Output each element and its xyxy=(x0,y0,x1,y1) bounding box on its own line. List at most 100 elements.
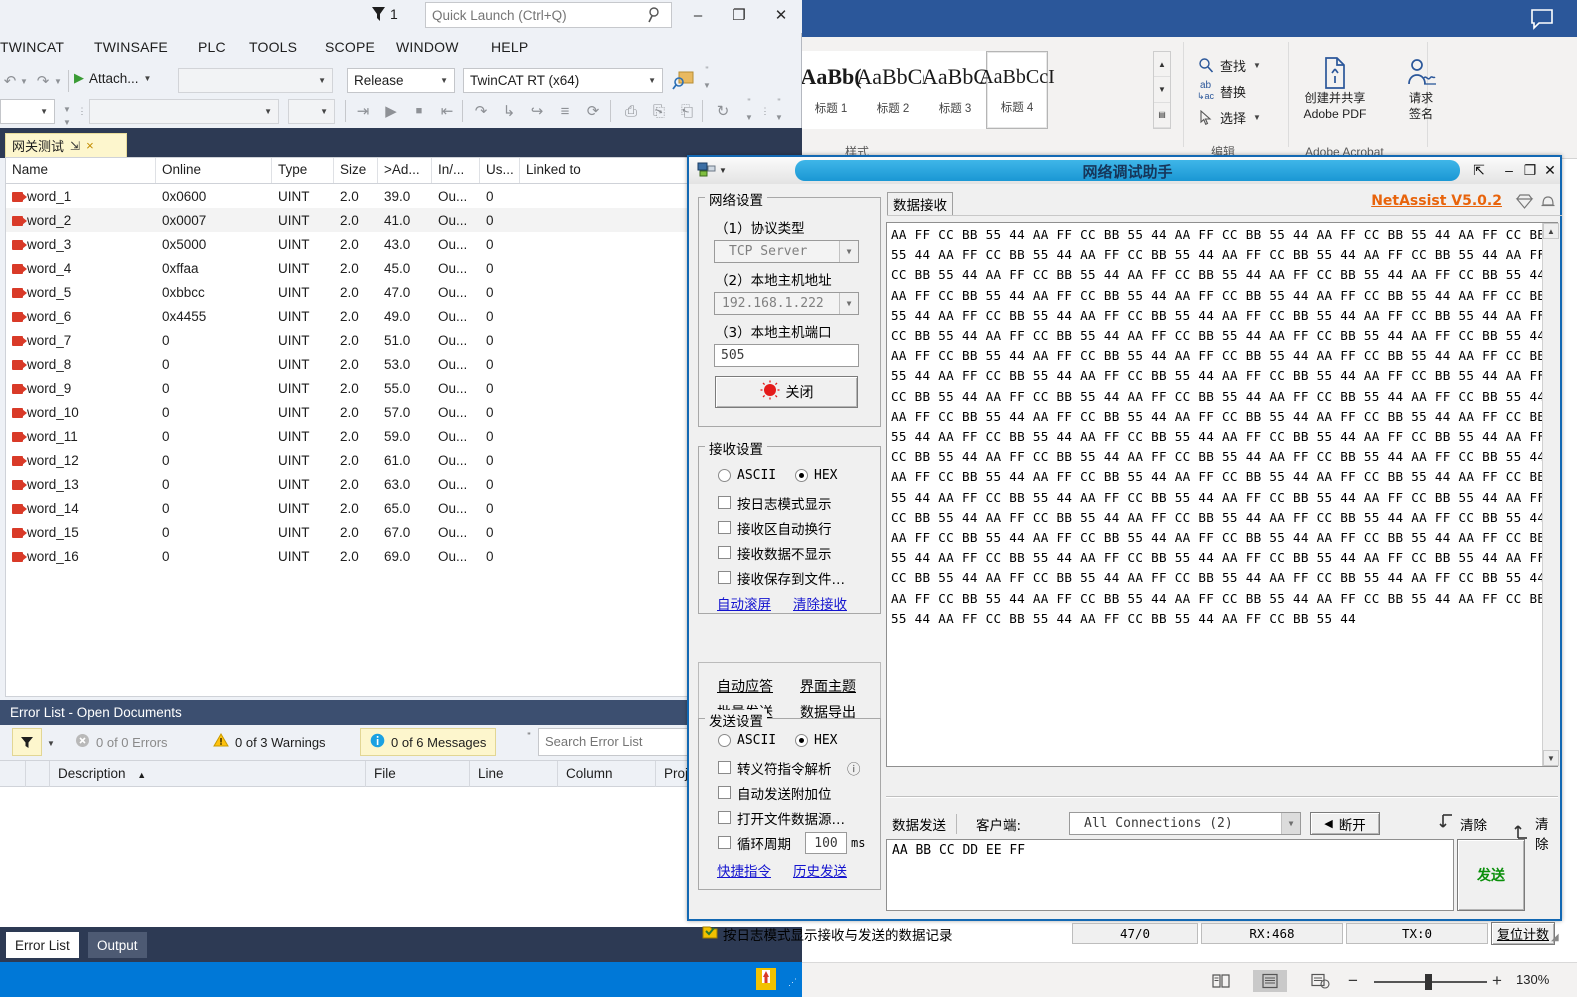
recv-hide-data-checkbox[interactable] xyxy=(718,546,731,559)
filter-dropdown-icon[interactable]: ▼ xyxy=(45,736,57,750)
pin-icon[interactable]: ⇲ xyxy=(70,139,80,153)
maximize-button[interactable]: ❐ xyxy=(724,3,754,27)
undo-dropdown-icon[interactable]: ▼ xyxy=(18,72,30,90)
history-send-link[interactable]: 历史发送 xyxy=(793,860,847,880)
continue-icon[interactable]: ▶ xyxy=(380,100,402,122)
warning-count-button[interactable]: 0 of 3 Warnings xyxy=(204,728,335,756)
restart-icon[interactable]: ⟳ xyxy=(582,100,604,122)
receive-data-area[interactable]: AA FF CC BB 55 44 AA FF CC BB 55 44 AA F… xyxy=(886,222,1558,767)
error-col-description[interactable]: Description ▲ xyxy=(50,761,366,788)
local-host-address-combo[interactable]: 192.168.1.222 ▼ xyxy=(714,292,859,315)
zoom-in-button[interactable]: + xyxy=(1492,971,1502,991)
grid-column-type[interactable]: Type xyxy=(272,158,334,183)
search-icon[interactable] xyxy=(647,6,663,27)
recv-wrap-checkbox[interactable] xyxy=(718,521,731,534)
file-datasource-checkbox[interactable] xyxy=(718,811,731,824)
restart-twincat-icon[interactable]: ⎘ xyxy=(648,100,670,122)
create-share-pdf-button[interactable]: 创建并共享 Adobe PDF xyxy=(1298,50,1372,122)
close-button[interactable]: ✕ xyxy=(766,3,796,27)
clear-receive-link[interactable]: 清除接收 xyxy=(793,593,847,613)
table-row[interactable]: word_5 0xbbcc UINT 2.0 47.0 Ou... 0 xyxy=(6,280,794,304)
undo-icon[interactable]: ↶ xyxy=(0,70,20,92)
send-data-input[interactable]: AA BB CC DD EE FF xyxy=(886,839,1454,911)
menu-twincat[interactable]: TWINCAT xyxy=(0,39,64,55)
toolbar-overflow-icon[interactable]: " xyxy=(772,96,786,108)
recv-log-mode-checkbox[interactable] xyxy=(718,496,731,509)
toolbar-overflow-icon[interactable]: " xyxy=(742,96,756,108)
grid-column-inout[interactable]: In/... xyxy=(432,158,480,183)
client-selector-combo[interactable]: All Connections (2) ▼ xyxy=(1069,812,1301,835)
protocol-type-combo[interactable]: TCP Server ▼ xyxy=(714,240,859,263)
stop-icon[interactable]: ■ xyxy=(408,100,430,122)
minimize-button[interactable]: – xyxy=(1501,162,1517,178)
menu-twinsafe[interactable]: TWINSAFE xyxy=(94,39,168,55)
quick-launch-input[interactable] xyxy=(426,3,632,27)
scroll-down-icon[interactable]: ▼ xyxy=(1543,750,1559,766)
tray-app-icon[interactable] xyxy=(755,967,777,991)
receive-scrollbar[interactable]: ▲ ▼ xyxy=(1542,223,1559,766)
connection-toggle-button[interactable]: 关闭 xyxy=(715,376,858,408)
style-gallery-scrollbar[interactable]: ▲ ▼ ▤ xyxy=(1153,51,1171,129)
error-count-button[interactable]: 0 of 0 Errors xyxy=(66,728,177,756)
scope-more-icon[interactable]: ▼ xyxy=(60,116,74,128)
table-row[interactable]: word_14 0 UINT 2.0 65.0 Ou... 0 xyxy=(6,496,794,520)
escape-parse-checkbox[interactable] xyxy=(718,761,731,774)
comment-icon[interactable] xyxy=(1529,8,1555,30)
redo-dropdown-icon[interactable]: ▼ xyxy=(52,72,64,90)
minimize-button[interactable]: – xyxy=(683,3,713,27)
auto-append-checkbox[interactable] xyxy=(718,786,731,799)
zoom-out-button[interactable]: − xyxy=(1348,971,1358,991)
netassist-brand-link[interactable]: NetAssist V5.0.2 xyxy=(1371,193,1502,209)
tab-error-list[interactable]: Error List xyxy=(6,932,79,958)
auto-reply-button[interactable]: 自动应答 xyxy=(717,676,773,696)
send-ascii-radio[interactable] xyxy=(718,734,731,747)
notification-indicator[interactable]: 1 xyxy=(371,5,398,23)
read-mode-icon[interactable] xyxy=(1204,970,1238,992)
toolbar-options-icon[interactable]: ▼ xyxy=(742,110,756,124)
reload-icon[interactable]: ↻ xyxy=(712,100,734,122)
variable-grid[interactable]: Name Online Type Size >Ad... In/... Us..… xyxy=(5,157,795,697)
debug-thread-combo[interactable]: ▼ xyxy=(288,99,335,124)
scope-dropdown-icon[interactable]: ▼ xyxy=(60,102,74,116)
grid-column-name[interactable]: Name xyxy=(6,158,156,183)
find-button[interactable]: 查找 ▼ xyxy=(1196,52,1276,78)
table-row[interactable]: word_3 0x5000 UINT 2.0 43.0 Ou... 0 xyxy=(6,232,794,256)
scroll-up-icon[interactable]: ▲ xyxy=(1543,223,1559,239)
table-row[interactable]: word_4 0xffaa UINT 2.0 45.0 Ou... 0 xyxy=(6,256,794,280)
menu-scope[interactable]: SCOPE xyxy=(325,39,375,55)
send-button[interactable]: 发送 xyxy=(1457,839,1525,911)
toolbar-options-icon[interactable]: ▼ xyxy=(700,78,714,92)
solution-configuration-combo[interactable]: Release ▼ xyxy=(347,68,455,93)
chevron-down-icon[interactable]: ▼ xyxy=(1253,113,1261,122)
disconnect-button[interactable]: ◀ 断开 xyxy=(1310,812,1380,835)
menu-window[interactable]: WINDOW xyxy=(396,39,459,55)
step-out-line-icon[interactable]: ↪ xyxy=(526,100,548,122)
close-icon[interactable]: × xyxy=(86,138,94,153)
redo-icon[interactable]: ↷ xyxy=(33,70,53,92)
step-over-icon[interactable]: ↷ xyxy=(470,100,492,122)
chevron-down-icon[interactable]: ▼ xyxy=(1253,61,1261,70)
style-heading-1[interactable]: AaBb( 标题 1 xyxy=(800,51,862,129)
print-layout-icon[interactable] xyxy=(1253,970,1287,992)
zoom-percent-label[interactable]: 130% xyxy=(1516,972,1549,987)
step-out-icon[interactable]: ⇤ xyxy=(436,100,458,122)
netassist-title-bar[interactable]: ▼ 网络调试助手 ⇱ – ❐ ✕ xyxy=(689,157,1560,184)
grid-column-user[interactable]: Us... xyxy=(480,158,520,183)
maximize-button[interactable]: ❐ xyxy=(1522,162,1538,179)
bell-icon[interactable] xyxy=(1539,192,1557,214)
login-icon[interactable]: ⎗ xyxy=(676,100,698,122)
cycle-period-input[interactable]: 100 xyxy=(805,832,847,854)
request-signature-button[interactable]: 请求 签名 xyxy=(1384,50,1458,122)
table-row[interactable]: word_8 0 UINT 2.0 53.0 Ou... 0 xyxy=(6,352,794,376)
menu-plc[interactable]: PLC xyxy=(198,39,226,55)
clear-receive-button[interactable]: 清除 xyxy=(1439,813,1487,835)
error-col-line[interactable]: Line xyxy=(470,761,558,788)
style-heading-3[interactable]: AaBbC 标题 3 xyxy=(922,51,988,129)
toolbar-options-icon[interactable]: ▼ xyxy=(772,110,786,124)
scroll-up-icon[interactable]: ▲ xyxy=(1154,52,1170,78)
table-row[interactable]: word_2 0x0007 UINT 2.0 41.0 Ou... 0 xyxy=(6,208,794,232)
scope-combo[interactable]: ▼ xyxy=(0,99,55,124)
grip-handle[interactable]: ⋮ xyxy=(77,99,87,124)
auto-scroll-link[interactable]: 自动滚屏 xyxy=(717,593,771,613)
table-row[interactable]: word_6 0x4455 UINT 2.0 49.0 Ou... 0 xyxy=(6,304,794,328)
